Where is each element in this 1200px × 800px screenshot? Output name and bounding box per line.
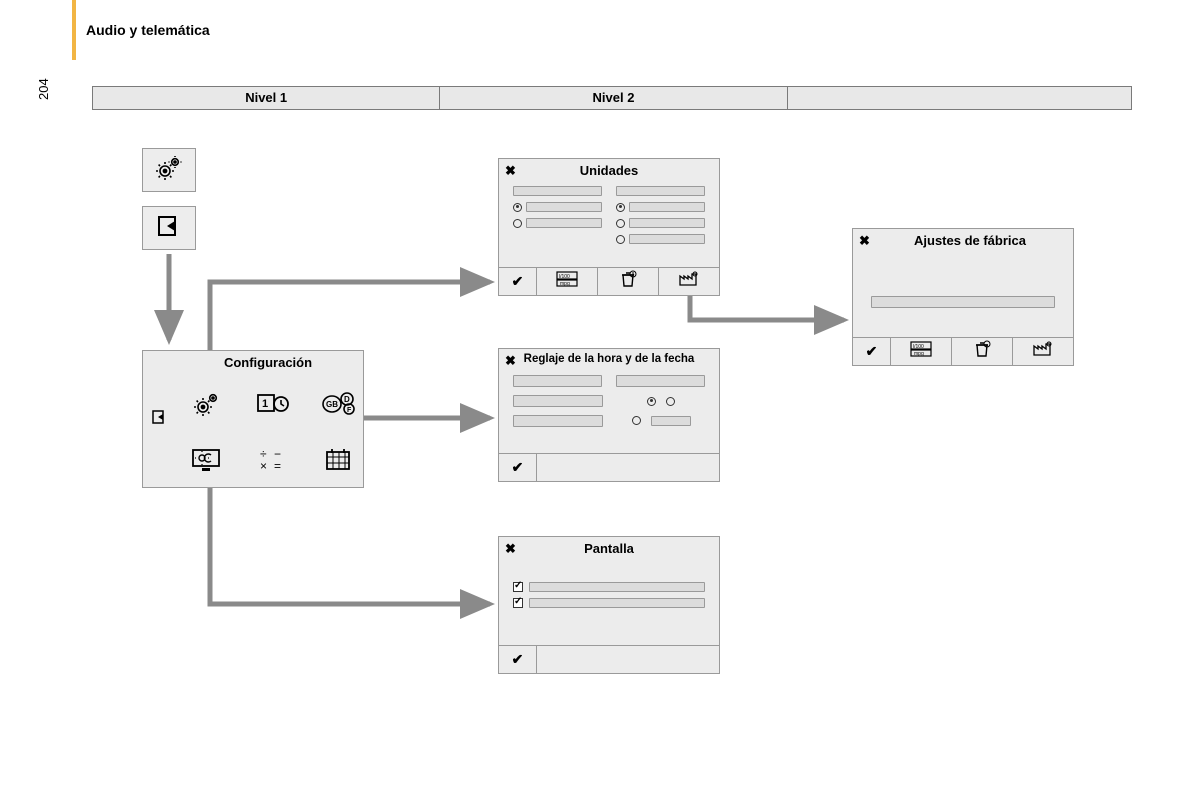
- svg-text:l/100: l/100: [913, 344, 924, 350]
- ajustes-panel: ✖ Ajustes de fábrica ✔ l/100mpg: [852, 228, 1074, 366]
- radio-option[interactable]: [513, 219, 522, 228]
- checkbox[interactable]: [513, 598, 523, 608]
- radio-option[interactable]: [647, 397, 656, 406]
- svg-text:F: F: [347, 407, 352, 414]
- radio-option[interactable]: [666, 397, 675, 406]
- radio-option[interactable]: [616, 203, 625, 212]
- confirm-button[interactable]: ✔: [853, 338, 891, 365]
- svg-text:mpg: mpg: [560, 281, 570, 287]
- mpg-units-icon: l/100mpg: [910, 341, 932, 362]
- config-item-calendar[interactable]: [311, 438, 367, 486]
- gears-icon: [154, 155, 184, 186]
- screen-brightness-icon: [190, 446, 224, 479]
- gears-icon: [192, 391, 222, 422]
- config-item-language[interactable]: GB DF: [311, 382, 367, 430]
- units-mpg-button[interactable]: l/100mpg: [537, 268, 598, 295]
- mpg-units-icon: l/100mpg: [556, 271, 578, 292]
- factory-icon: [678, 271, 700, 292]
- settings-button[interactable]: [142, 148, 196, 192]
- clock-date-icon: 1: [256, 391, 290, 422]
- radio-option[interactable]: [616, 219, 625, 228]
- pantalla-footer: ✔: [499, 645, 719, 673]
- exit-button[interactable]: [142, 206, 196, 250]
- unidades-panel: ✖ Unidades ✔ l/100mpg: [498, 158, 720, 296]
- radio-option[interactable]: [616, 235, 625, 244]
- close-icon[interactable]: ✖: [505, 541, 516, 557]
- language-icon: GB DF: [321, 391, 357, 422]
- close-icon[interactable]: ✖: [859, 233, 870, 249]
- radio-option[interactable]: [513, 203, 522, 212]
- factory-icon: [1032, 341, 1054, 362]
- radio-option[interactable]: [632, 416, 641, 425]
- footer-spacer: [537, 454, 719, 481]
- svg-text:GB: GB: [326, 400, 338, 409]
- units-factory-button[interactable]: [659, 268, 719, 295]
- level-3-header: [788, 87, 1131, 109]
- reglaje-footer: ✔: [499, 453, 719, 481]
- footer-spacer: [537, 646, 719, 673]
- svg-text:l/100: l/100: [559, 274, 570, 280]
- page-number: 204: [36, 78, 51, 100]
- trash-reset-icon: [618, 270, 638, 293]
- svg-text:D: D: [344, 395, 350, 404]
- confirm-button[interactable]: ✔: [499, 646, 537, 673]
- pantalla-panel: ✖ Pantalla ✔: [498, 536, 720, 674]
- config-panel: Configuración 1 GBDF ÷−×=: [142, 350, 364, 488]
- back-icon[interactable]: [151, 409, 167, 430]
- unidades-panel-title: Unidades: [499, 159, 719, 182]
- reglaje-panel: ✖ Reglaje de la hora y de la fecha ✔: [498, 348, 720, 482]
- ajustes-panel-title: Ajustes de fábrica: [853, 229, 1073, 252]
- trash-reset-icon: [972, 340, 992, 363]
- exit-icon: [155, 214, 183, 243]
- checkbox[interactable]: [513, 582, 523, 592]
- svg-text:=: =: [274, 459, 281, 472]
- unidades-footer: ✔ l/100mpg: [499, 267, 719, 295]
- reglaje-panel-title: Reglaje de la hora y de la fecha: [499, 349, 719, 369]
- ajustes-mpg-button[interactable]: l/100mpg: [891, 338, 952, 365]
- pantalla-panel-title: Pantalla: [499, 537, 719, 560]
- units-reset-button[interactable]: [598, 268, 659, 295]
- close-icon[interactable]: ✖: [505, 163, 516, 179]
- section-title: Audio y telemática: [86, 22, 210, 38]
- confirm-button[interactable]: ✔: [499, 268, 537, 295]
- level-2-header: Nivel 2: [440, 87, 787, 109]
- ajustes-footer: ✔ l/100mpg: [853, 337, 1073, 365]
- ajustes-reset-button[interactable]: [952, 338, 1013, 365]
- config-item-units[interactable]: ÷−×=: [245, 438, 301, 486]
- level-header-row: Nivel 1 Nivel 2: [92, 86, 1132, 110]
- level-1-header: Nivel 1: [93, 87, 440, 109]
- svg-text:1: 1: [262, 398, 268, 410]
- calendar-grid-icon: [324, 447, 354, 478]
- svg-text:mpg: mpg: [914, 351, 924, 357]
- config-item-screen[interactable]: [179, 438, 235, 486]
- confirm-button[interactable]: ✔: [499, 454, 537, 481]
- config-item-settings[interactable]: [179, 382, 235, 430]
- svg-text:×: ×: [260, 459, 267, 472]
- config-item-datetime[interactable]: 1: [245, 382, 301, 430]
- units-math-icon: ÷−×=: [258, 448, 288, 477]
- close-icon[interactable]: ✖: [505, 353, 516, 369]
- accent-bar: [72, 0, 76, 60]
- config-panel-title: Configuración: [143, 351, 363, 374]
- ajustes-factory-button[interactable]: [1013, 338, 1073, 365]
